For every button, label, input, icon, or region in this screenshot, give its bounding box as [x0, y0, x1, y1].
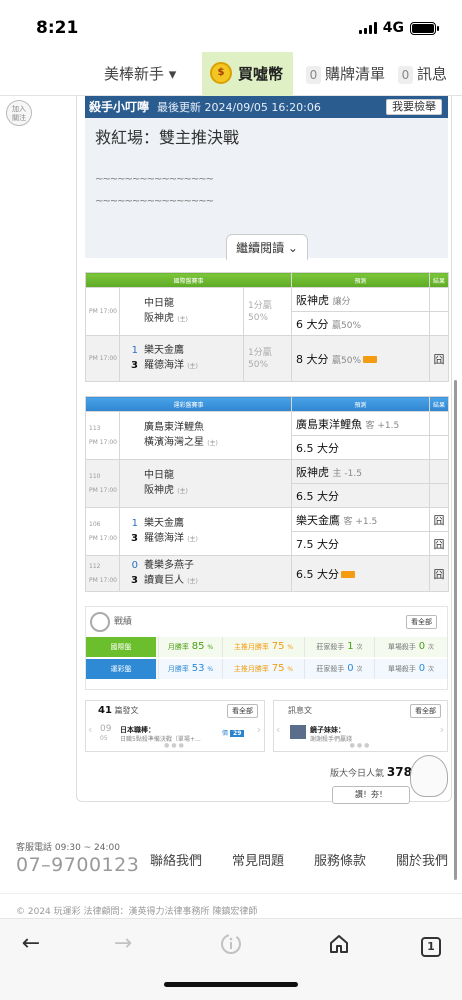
messages-link[interactable]: 0 訊息 — [398, 52, 447, 96]
tips-line: ~~~~~~~~~~~~~~~~ — [95, 174, 214, 185]
popularity-counter: 版大今日人氣 3783 — [330, 765, 421, 779]
table-row: 110 PM 17:00 中日龍 阪神虎 (主) 阪神虎 主 -1.5 — [85, 459, 450, 508]
page-info-icon[interactable] — [214, 927, 248, 961]
result-cell: 囧 — [429, 555, 450, 592]
tips-line: ~~~~~~~~~~~~~~~~ — [95, 196, 214, 207]
home-icon[interactable] — [322, 927, 356, 961]
forward-arrow-icon[interactable]: → — [106, 927, 140, 961]
record-title: 戰績 — [114, 617, 133, 627]
tips-title: 殺手小叮嚀 — [89, 100, 150, 114]
clock: 8:21 — [36, 18, 79, 38]
signal-icon — [358, 22, 377, 34]
team-name: 讀賣巨人 — [144, 575, 184, 586]
footer-link-contact[interactable]: 聯絡我們 — [150, 850, 202, 869]
tab-count: 1 — [421, 937, 441, 957]
thumbnail-image — [290, 725, 306, 739]
praise-bubble[interactable]: 讚！夯！ — [332, 786, 410, 804]
post-price: 價 29 — [222, 728, 245, 737]
footer-link-about[interactable]: 關於我們 — [396, 850, 448, 869]
site-footer: 客服電話 09:30 ~ 24:00 07–9700123 聯絡我們 常見問題 … — [0, 830, 462, 894]
scrollbar[interactable] — [454, 380, 457, 880]
post-excerpt: 日職5點殺準備決戰（單場+… — [120, 736, 201, 743]
home-indicator — [164, 982, 298, 987]
record-panel: 戰績 看全部 國際盤 月勝率 85 % 主推月勝率 75 % 莊家殺手 1 次 … — [85, 606, 448, 690]
result-cell: 囧 — [429, 531, 450, 556]
team-name: 廣島東洋鯉魚 — [144, 422, 204, 433]
posts-panel: 41 篇發文 看全部 ‹ 09 05 日本職棒： 日職5點殺準備決戰（單場+… 價… — [85, 700, 265, 752]
hotline-number[interactable]: 07–9700123 — [16, 854, 139, 876]
prev-arrow-icon[interactable]: ‹ — [276, 723, 280, 736]
back-arrow-icon[interactable]: ← — [14, 927, 48, 961]
footer-link-faq[interactable]: 常見問題 — [232, 850, 284, 869]
buy-coin-button[interactable]: $ 買噓幣 — [202, 52, 294, 96]
team-name: 樂天金鷹 — [144, 518, 184, 529]
status-bar: 8:21 4G — [0, 0, 462, 52]
intl-predictions-table: 國際盤賽事 預測 結果 PM 17:00 中日龍 阪神虎 (主) 1分贏 50%… — [84, 272, 450, 382]
network-label: 4G — [382, 20, 404, 36]
table-header: 運彩盤賽事 預測 結果 — [84, 396, 450, 412]
team-name: 養樂多燕子 — [144, 560, 194, 571]
cart-label: 購牌清單 — [325, 65, 386, 83]
messages-label: 訊息 — [417, 65, 448, 83]
tips-headline: 救紅場：雙主推決戰 — [95, 128, 240, 147]
top-nav: 美棒新手 ▾ $ 買噓幣 0 購牌清單 0 訊息 — [0, 52, 462, 96]
sport-record-row: 運彩盤 月勝率 53 % 主推月勝率 75 % 莊家殺手 0 次 單場殺手 0 … — [86, 659, 447, 679]
sport-predictions-table: 運彩盤賽事 預測 結果 113 PM 17:00 廣島東洋鯉魚 橫濱海灣之星 (主… — [84, 396, 450, 592]
see-all-record-button[interactable]: 看全部 — [406, 615, 437, 629]
see-all-messages-button[interactable]: 看全部 — [410, 704, 441, 718]
tips-updated: 最後更新 2024/09/05 16:20:06 — [157, 101, 321, 114]
coin-icon: $ — [210, 62, 232, 84]
team-name: 阪神虎 — [144, 313, 174, 324]
hot-badge-icon — [341, 571, 356, 578]
follow-button[interactable]: 加入 關注 — [6, 100, 32, 126]
team-name: 橫濱海灣之星 — [144, 437, 204, 448]
message-panel: 訊息文 看全部 ‹ 鏡子妹妹： 謝謝殺手們贏錢 › ●●● — [273, 700, 448, 752]
hotline-label: 客服電話 09:30 ~ 24:00 — [16, 843, 120, 853]
team-name: 羅德海洋 — [144, 533, 184, 544]
table-row: 106 PM 17:00 1 樂天金鷹 3 羅德海洋 (主) 樂天金鷹 客 +1.5 … — [85, 507, 450, 556]
mascot-image — [410, 755, 448, 797]
tips-body: 救紅場：雙主推決戰 ~~~~~~~~~~~~~~~~ ~~~~~~~~~~~~~… — [85, 118, 448, 260]
next-arrow-icon[interactable]: › — [257, 723, 261, 736]
buy-coin-label: 買噓幣 — [238, 65, 284, 83]
hot-badge-icon — [363, 356, 378, 363]
see-all-posts-button[interactable]: 看全部 — [227, 704, 258, 718]
post-count: 41 — [98, 705, 112, 716]
next-arrow-icon[interactable]: › — [440, 723, 444, 736]
message-excerpt: 謝謝殺手們贏錢 — [310, 736, 353, 743]
table-row: PM 17:00 1 樂天金鷹 3 羅德海洋 (主) 1分贏 50% 8 大分 贏5… — [85, 335, 450, 382]
table-row: 113 PM 17:00 廣島東洋鯉魚 橫濱海灣之星 (主) 廣島東洋鯉魚 客 +… — [85, 411, 450, 460]
result-cell: 囧 — [429, 335, 450, 382]
intl-record-row: 國際盤 月勝率 85 % 主推月勝率 75 % 莊家殺手 1 次 單場殺手 0 … — [86, 637, 447, 657]
carousel-dots: ●●● — [164, 742, 186, 749]
cart-link[interactable]: 0 購牌清單 — [306, 52, 385, 96]
message-count-badge: 0 — [398, 66, 413, 84]
team-name: 樂天金鷹 — [144, 345, 184, 356]
tips-header: 殺手小叮嚀 最後更新 2024/09/05 16:20:06 我要檢舉 — [85, 96, 448, 118]
member-dropdown[interactable]: 美棒新手 ▾ — [104, 52, 176, 96]
cart-count-badge: 0 — [306, 66, 321, 84]
team-name: 中日龍 — [144, 470, 174, 481]
carousel-dots: ●●● — [349, 742, 372, 749]
battery-icon — [410, 21, 439, 35]
team-name: 中日龍 — [144, 298, 174, 309]
table-row: PM 17:00 中日龍 阪神虎 (主) 1分贏 50% 阪神虎 讓分 — [85, 287, 450, 336]
report-button[interactable]: 我要檢舉 — [386, 99, 442, 115]
footer-link-terms[interactable]: 服務條款 — [314, 850, 366, 869]
tabs-button[interactable]: 1 — [414, 927, 448, 961]
browser-toolbar: ← → 1 — [0, 918, 462, 1000]
continue-reading-button[interactable]: 繼續閱讀 ⌄ — [226, 234, 308, 260]
team-name: 羅德海洋 — [144, 360, 184, 371]
team-name: 阪神虎 — [144, 485, 174, 496]
result-cell: 囧 — [429, 507, 450, 532]
prev-arrow-icon[interactable]: ‹ — [88, 723, 92, 736]
target-icon — [90, 611, 110, 632]
table-row: 112 PM 17:00 0 養樂多燕子 3 讀賣巨人 (主) 6.5 大分 囧 — [85, 555, 450, 592]
table-header: 國際盤賽事 預測 結果 — [84, 272, 450, 288]
